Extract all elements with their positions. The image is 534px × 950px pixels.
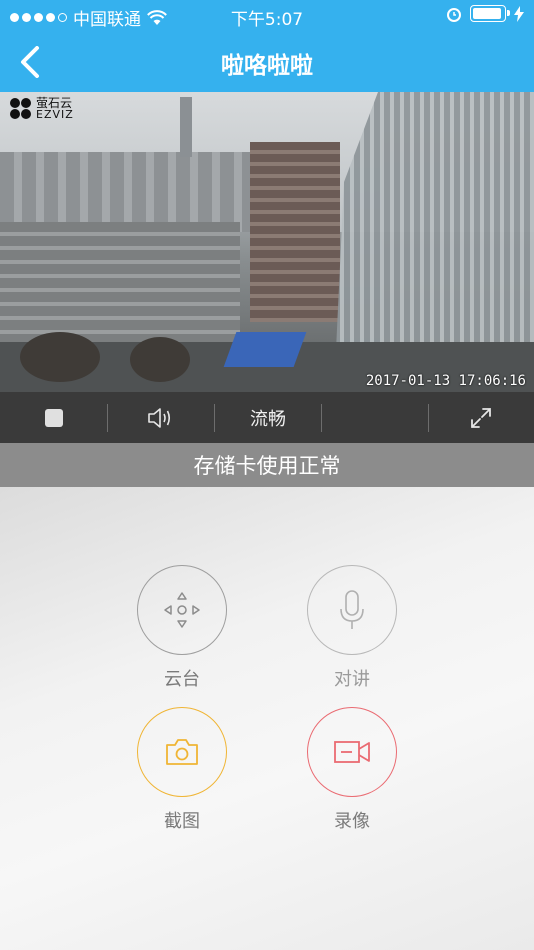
talk-label: 对讲 bbox=[334, 669, 370, 690]
playback-controls: 流畅 bbox=[0, 392, 534, 443]
ptz-label: 云台 bbox=[164, 669, 200, 690]
video-redbuilding bbox=[250, 142, 340, 322]
status-right bbox=[446, 5, 524, 22]
ezviz-logo-text: 萤石云 EZVIZ bbox=[36, 96, 74, 121]
ezviz-logo: 萤石云 EZVIZ bbox=[10, 96, 74, 121]
video-tree bbox=[20, 332, 100, 382]
page-title: 啦咯啦啦 bbox=[221, 53, 313, 79]
charging-bolt-icon bbox=[514, 5, 524, 22]
status-bar: 中国联通 下午5:07 bbox=[0, 0, 534, 30]
record-button[interactable] bbox=[307, 707, 397, 797]
ptz-direction-icon bbox=[164, 592, 200, 628]
video-camera-icon bbox=[334, 741, 370, 763]
fullscreen-button[interactable] bbox=[429, 392, 533, 443]
battery-icon bbox=[470, 5, 510, 22]
storage-status-banner: 存储卡使用正常 bbox=[0, 443, 534, 487]
action-panel: 云台 对讲 截图 录像 bbox=[0, 487, 534, 950]
video-timestamp: 2017-01-13 17:06:16 bbox=[365, 373, 526, 389]
camera-icon bbox=[166, 739, 198, 765]
video-spire bbox=[180, 97, 192, 157]
alarm-icon bbox=[447, 7, 461, 22]
nav-bar: 啦咯啦啦 bbox=[0, 30, 534, 92]
talk-button[interactable] bbox=[307, 565, 397, 655]
quality-button[interactable]: 流畅 bbox=[215, 392, 321, 443]
snapshot-button[interactable] bbox=[137, 707, 227, 797]
top-bar: 中国联通 下午5:07 啦咯啦啦 bbox=[0, 0, 534, 92]
video-skyline bbox=[0, 152, 260, 232]
speaker-icon bbox=[148, 407, 171, 428]
video-preview[interactable]: 萤石云 EZVIZ 2017-01-13 17:06:16 bbox=[0, 92, 534, 392]
stop-square-icon bbox=[44, 408, 63, 427]
quality-label: 流畅 bbox=[250, 408, 286, 430]
ezviz-logo-icon bbox=[10, 98, 32, 120]
volume-button[interactable] bbox=[108, 392, 214, 443]
empty-control-slot bbox=[322, 392, 428, 443]
record-label: 录像 bbox=[334, 811, 370, 832]
snapshot-label: 截图 bbox=[164, 811, 200, 832]
video-tree bbox=[130, 337, 190, 382]
video-blueroof bbox=[223, 332, 307, 367]
expand-icon bbox=[471, 407, 491, 428]
ptz-button[interactable] bbox=[137, 565, 227, 655]
video-lowblock bbox=[0, 222, 240, 342]
stop-button[interactable] bbox=[0, 392, 107, 443]
microphone-icon bbox=[340, 590, 364, 629]
